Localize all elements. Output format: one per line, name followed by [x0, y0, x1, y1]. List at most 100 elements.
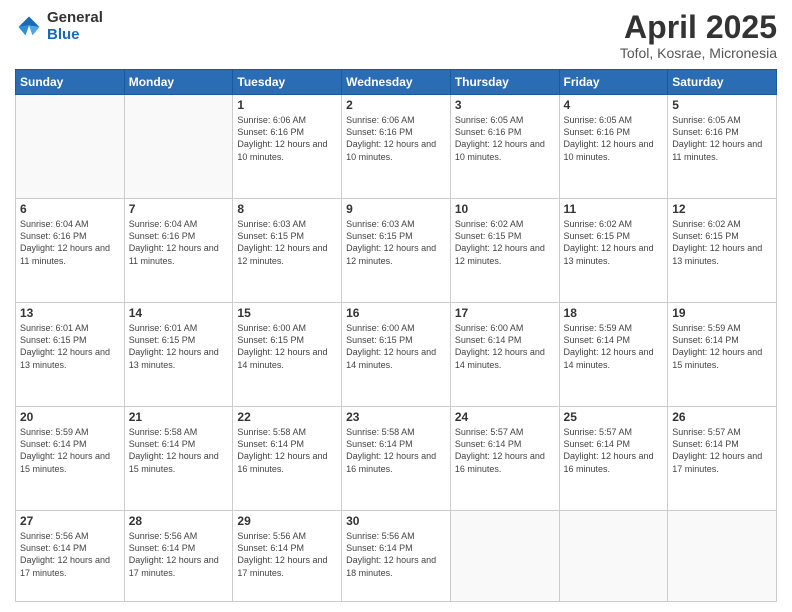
day-number: 7: [129, 202, 229, 216]
day-number: 3: [455, 98, 555, 112]
day-number: 30: [346, 514, 446, 528]
page: General Blue April 2025 Tofol, Kosrae, M…: [0, 0, 792, 612]
table-row: 12 Sunrise: 6:02 AM Sunset: 6:15 PM Dayli…: [668, 199, 777, 303]
day-number: 25: [564, 410, 664, 424]
day-number: 23: [346, 410, 446, 424]
day-info: Sunrise: 6:01 AM Sunset: 6:15 PM Dayligh…: [20, 322, 120, 371]
table-row: 17 Sunrise: 6:00 AM Sunset: 6:14 PM Dayli…: [450, 303, 559, 407]
subtitle: Tofol, Kosrae, Micronesia: [620, 45, 777, 61]
header-row: Sunday Monday Tuesday Wednesday Thursday…: [16, 70, 777, 95]
table-row: 30 Sunrise: 5:56 AM Sunset: 6:14 PM Dayli…: [342, 511, 451, 602]
main-title: April 2025: [620, 10, 777, 45]
day-number: 10: [455, 202, 555, 216]
day-info: Sunrise: 6:03 AM Sunset: 6:15 PM Dayligh…: [346, 218, 446, 267]
day-number: 20: [20, 410, 120, 424]
calendar-body: 1 Sunrise: 6:06 AM Sunset: 6:16 PM Daylig…: [16, 95, 777, 602]
table-row: 27Sunrise: 5:56 AM Sunset: 6:14 PM Dayli…: [16, 511, 125, 602]
table-row: 3 Sunrise: 6:05 AM Sunset: 6:16 PM Daylig…: [450, 95, 559, 199]
day-info: Sunrise: 5:56 AM Sunset: 6:14 PM Dayligh…: [237, 530, 337, 579]
day-info: Sunrise: 6:02 AM Sunset: 6:15 PM Dayligh…: [455, 218, 555, 267]
col-friday: Friday: [559, 70, 668, 95]
day-number: 16: [346, 306, 446, 320]
calendar-week-row: 13 Sunrise: 6:01 AM Sunset: 6:15 PM Dayli…: [16, 303, 777, 407]
day-info: Sunrise: 6:06 AM Sunset: 6:16 PM Dayligh…: [237, 114, 337, 163]
table-row: 25 Sunrise: 5:57 AM Sunset: 6:14 PM Dayli…: [559, 407, 668, 511]
day-info: Sunrise: 6:02 AM Sunset: 6:15 PM Dayligh…: [564, 218, 664, 267]
table-row: 18 Sunrise: 5:59 AM Sunset: 6:14 PM Dayli…: [559, 303, 668, 407]
day-number: 9: [346, 202, 446, 216]
table-row: [450, 511, 559, 602]
day-info: Sunrise: 5:56 AM Sunset: 6:14 PM Dayligh…: [129, 530, 229, 579]
day-info: Sunrise: 6:05 AM Sunset: 6:16 PM Dayligh…: [672, 114, 772, 163]
day-info: Sunrise: 6:04 AM Sunset: 6:16 PM Dayligh…: [129, 218, 229, 267]
table-row: 19Sunrise: 5:59 AM Sunset: 6:14 PM Dayli…: [668, 303, 777, 407]
table-row: 1 Sunrise: 6:06 AM Sunset: 6:16 PM Daylig…: [233, 95, 342, 199]
logo-general-text: General: [47, 10, 103, 27]
day-info: Sunrise: 5:57 AM Sunset: 6:14 PM Dayligh…: [455, 426, 555, 475]
table-row: [16, 95, 125, 199]
col-sunday: Sunday: [16, 70, 125, 95]
table-row: 14 Sunrise: 6:01 AM Sunset: 6:15 PM Dayli…: [124, 303, 233, 407]
day-number: 17: [455, 306, 555, 320]
day-number: 14: [129, 306, 229, 320]
table-row: 29Sunrise: 5:56 AM Sunset: 6:14 PM Dayli…: [233, 511, 342, 602]
table-row: [124, 95, 233, 199]
day-info: Sunrise: 5:58 AM Sunset: 6:14 PM Dayligh…: [237, 426, 337, 475]
day-info: Sunrise: 6:00 AM Sunset: 6:14 PM Dayligh…: [455, 322, 555, 371]
day-number: 18: [564, 306, 664, 320]
day-info: Sunrise: 6:03 AM Sunset: 6:15 PM Dayligh…: [237, 218, 337, 267]
table-row: [559, 511, 668, 602]
day-info: Sunrise: 5:59 AM Sunset: 6:14 PM Dayligh…: [672, 322, 772, 371]
day-info: Sunrise: 6:04 AM Sunset: 6:16 PM Dayligh…: [20, 218, 120, 267]
day-number: 13: [20, 306, 120, 320]
day-number: 1: [237, 98, 337, 112]
day-info: Sunrise: 5:59 AM Sunset: 6:14 PM Dayligh…: [564, 322, 664, 371]
day-number: 4: [564, 98, 664, 112]
day-number: 8: [237, 202, 337, 216]
table-row: 7 Sunrise: 6:04 AM Sunset: 6:16 PM Daylig…: [124, 199, 233, 303]
logo-icon: [15, 13, 43, 41]
day-number: 22: [237, 410, 337, 424]
table-row: 5 Sunrise: 6:05 AM Sunset: 6:16 PM Daylig…: [668, 95, 777, 199]
table-row: 13 Sunrise: 6:01 AM Sunset: 6:15 PM Dayli…: [16, 303, 125, 407]
day-info: Sunrise: 6:02 AM Sunset: 6:15 PM Dayligh…: [672, 218, 772, 267]
calendar-week-row: 27Sunrise: 5:56 AM Sunset: 6:14 PM Dayli…: [16, 511, 777, 602]
calendar-week-row: 20 Sunrise: 5:59 AM Sunset: 6:14 PM Dayli…: [16, 407, 777, 511]
day-number: 21: [129, 410, 229, 424]
calendar-header: Sunday Monday Tuesday Wednesday Thursday…: [16, 70, 777, 95]
day-info: Sunrise: 5:57 AM Sunset: 6:14 PM Dayligh…: [564, 426, 664, 475]
col-wednesday: Wednesday: [342, 70, 451, 95]
day-info: Sunrise: 6:01 AM Sunset: 6:15 PM Dayligh…: [129, 322, 229, 371]
day-info: Sunrise: 6:06 AM Sunset: 6:16 PM Dayligh…: [346, 114, 446, 163]
day-info: Sunrise: 5:59 AM Sunset: 6:14 PM Dayligh…: [20, 426, 120, 475]
day-number: 6: [20, 202, 120, 216]
table-row: 11Sunrise: 6:02 AM Sunset: 6:15 PM Dayli…: [559, 199, 668, 303]
day-number: 2: [346, 98, 446, 112]
day-number: 15: [237, 306, 337, 320]
calendar: Sunday Monday Tuesday Wednesday Thursday…: [15, 69, 777, 602]
table-row: 26Sunrise: 5:57 AM Sunset: 6:14 PM Dayli…: [668, 407, 777, 511]
table-row: 9 Sunrise: 6:03 AM Sunset: 6:15 PM Daylig…: [342, 199, 451, 303]
title-block: April 2025 Tofol, Kosrae, Micronesia: [620, 10, 777, 61]
day-info: Sunrise: 6:00 AM Sunset: 6:15 PM Dayligh…: [346, 322, 446, 371]
table-row: [668, 511, 777, 602]
table-row: 24Sunrise: 5:57 AM Sunset: 6:14 PM Dayli…: [450, 407, 559, 511]
table-row: 28Sunrise: 5:56 AM Sunset: 6:14 PM Dayli…: [124, 511, 233, 602]
day-info: Sunrise: 6:05 AM Sunset: 6:16 PM Dayligh…: [455, 114, 555, 163]
table-row: 10 Sunrise: 6:02 AM Sunset: 6:15 PM Dayli…: [450, 199, 559, 303]
day-info: Sunrise: 5:58 AM Sunset: 6:14 PM Dayligh…: [346, 426, 446, 475]
table-row: 15Sunrise: 6:00 AM Sunset: 6:15 PM Dayli…: [233, 303, 342, 407]
logo-blue-text: Blue: [47, 27, 103, 44]
table-row: 6 Sunrise: 6:04 AM Sunset: 6:16 PM Daylig…: [16, 199, 125, 303]
table-row: 23 Sunrise: 5:58 AM Sunset: 6:14 PM Dayli…: [342, 407, 451, 511]
table-row: 8 Sunrise: 6:03 AM Sunset: 6:15 PM Daylig…: [233, 199, 342, 303]
day-info: Sunrise: 5:56 AM Sunset: 6:14 PM Dayligh…: [346, 530, 446, 579]
table-row: 21 Sunrise: 5:58 AM Sunset: 6:14 PM Dayli…: [124, 407, 233, 511]
logo-text: General Blue: [47, 10, 103, 43]
header: General Blue April 2025 Tofol, Kosrae, M…: [15, 10, 777, 61]
day-info: Sunrise: 5:58 AM Sunset: 6:14 PM Dayligh…: [129, 426, 229, 475]
table-row: 2 Sunrise: 6:06 AM Sunset: 6:16 PM Daylig…: [342, 95, 451, 199]
day-number: 12: [672, 202, 772, 216]
day-number: 5: [672, 98, 772, 112]
table-row: 16 Sunrise: 6:00 AM Sunset: 6:15 PM Dayli…: [342, 303, 451, 407]
